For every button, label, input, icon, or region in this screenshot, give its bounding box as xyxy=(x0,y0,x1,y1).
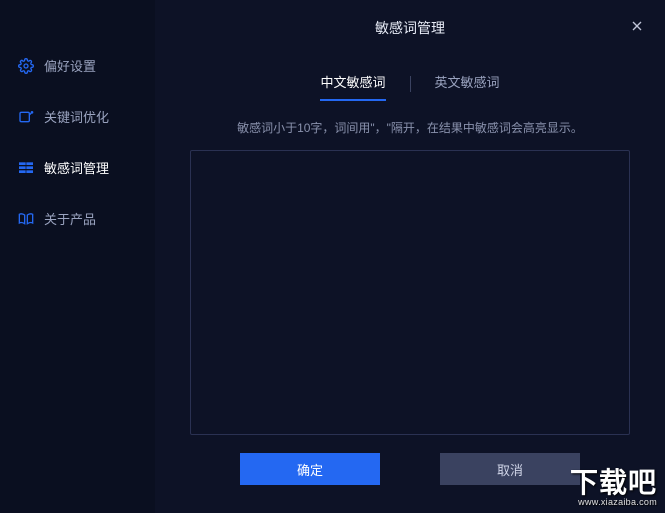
button-row: 确定 取消 xyxy=(190,453,630,513)
close-icon xyxy=(629,18,645,34)
gear-icon xyxy=(18,58,34,74)
tab-label: 中文敏感词 xyxy=(320,75,385,90)
main-content: 敏感词管理 中文敏感词 英文敏感词 敏感词小于10字，词间用"，"隔开，在结果中… xyxy=(155,0,665,513)
tabs: 中文敏感词 英文敏感词 xyxy=(155,66,665,101)
book-icon xyxy=(18,211,34,227)
sidebar-item-label: 偏好设置 xyxy=(44,56,96,75)
sidebar-item-label: 关键词优化 xyxy=(44,107,109,126)
sidebar-item-preferences[interactable]: 偏好设置 xyxy=(0,40,155,91)
tab-divider xyxy=(410,76,411,92)
hint-text: 敏感词小于10字，词间用"，"隔开，在结果中敏感词会高亮显示。 xyxy=(155,119,665,136)
sidebar-item-sensitive-words[interactable]: 敏感词管理 xyxy=(0,142,155,193)
content-area: 确定 取消 xyxy=(155,150,665,513)
sidebar-item-label: 关于产品 xyxy=(44,209,96,228)
sidebar-item-keyword-optimize[interactable]: 关键词优化 xyxy=(0,91,155,142)
tab-english-sensitive[interactable]: 英文敏感词 xyxy=(415,66,520,101)
confirm-button[interactable]: 确定 xyxy=(240,453,380,485)
target-icon xyxy=(18,109,34,125)
sidebar: 偏好设置 关键词优化 敏感词管理 xyxy=(0,0,155,513)
sidebar-item-about[interactable]: 关于产品 xyxy=(0,193,155,244)
sidebar-item-label: 敏感词管理 xyxy=(44,158,109,177)
list-icon xyxy=(18,160,34,176)
page-title: 敏感词管理 xyxy=(375,18,445,38)
tab-label: 英文敏感词 xyxy=(435,75,500,90)
textarea-container xyxy=(190,150,630,435)
cancel-button[interactable]: 取消 xyxy=(440,453,580,485)
header: 敏感词管理 xyxy=(155,0,665,48)
sensitive-words-input[interactable] xyxy=(191,151,629,434)
tab-chinese-sensitive[interactable]: 中文敏感词 xyxy=(300,66,405,101)
close-button[interactable] xyxy=(627,16,647,36)
